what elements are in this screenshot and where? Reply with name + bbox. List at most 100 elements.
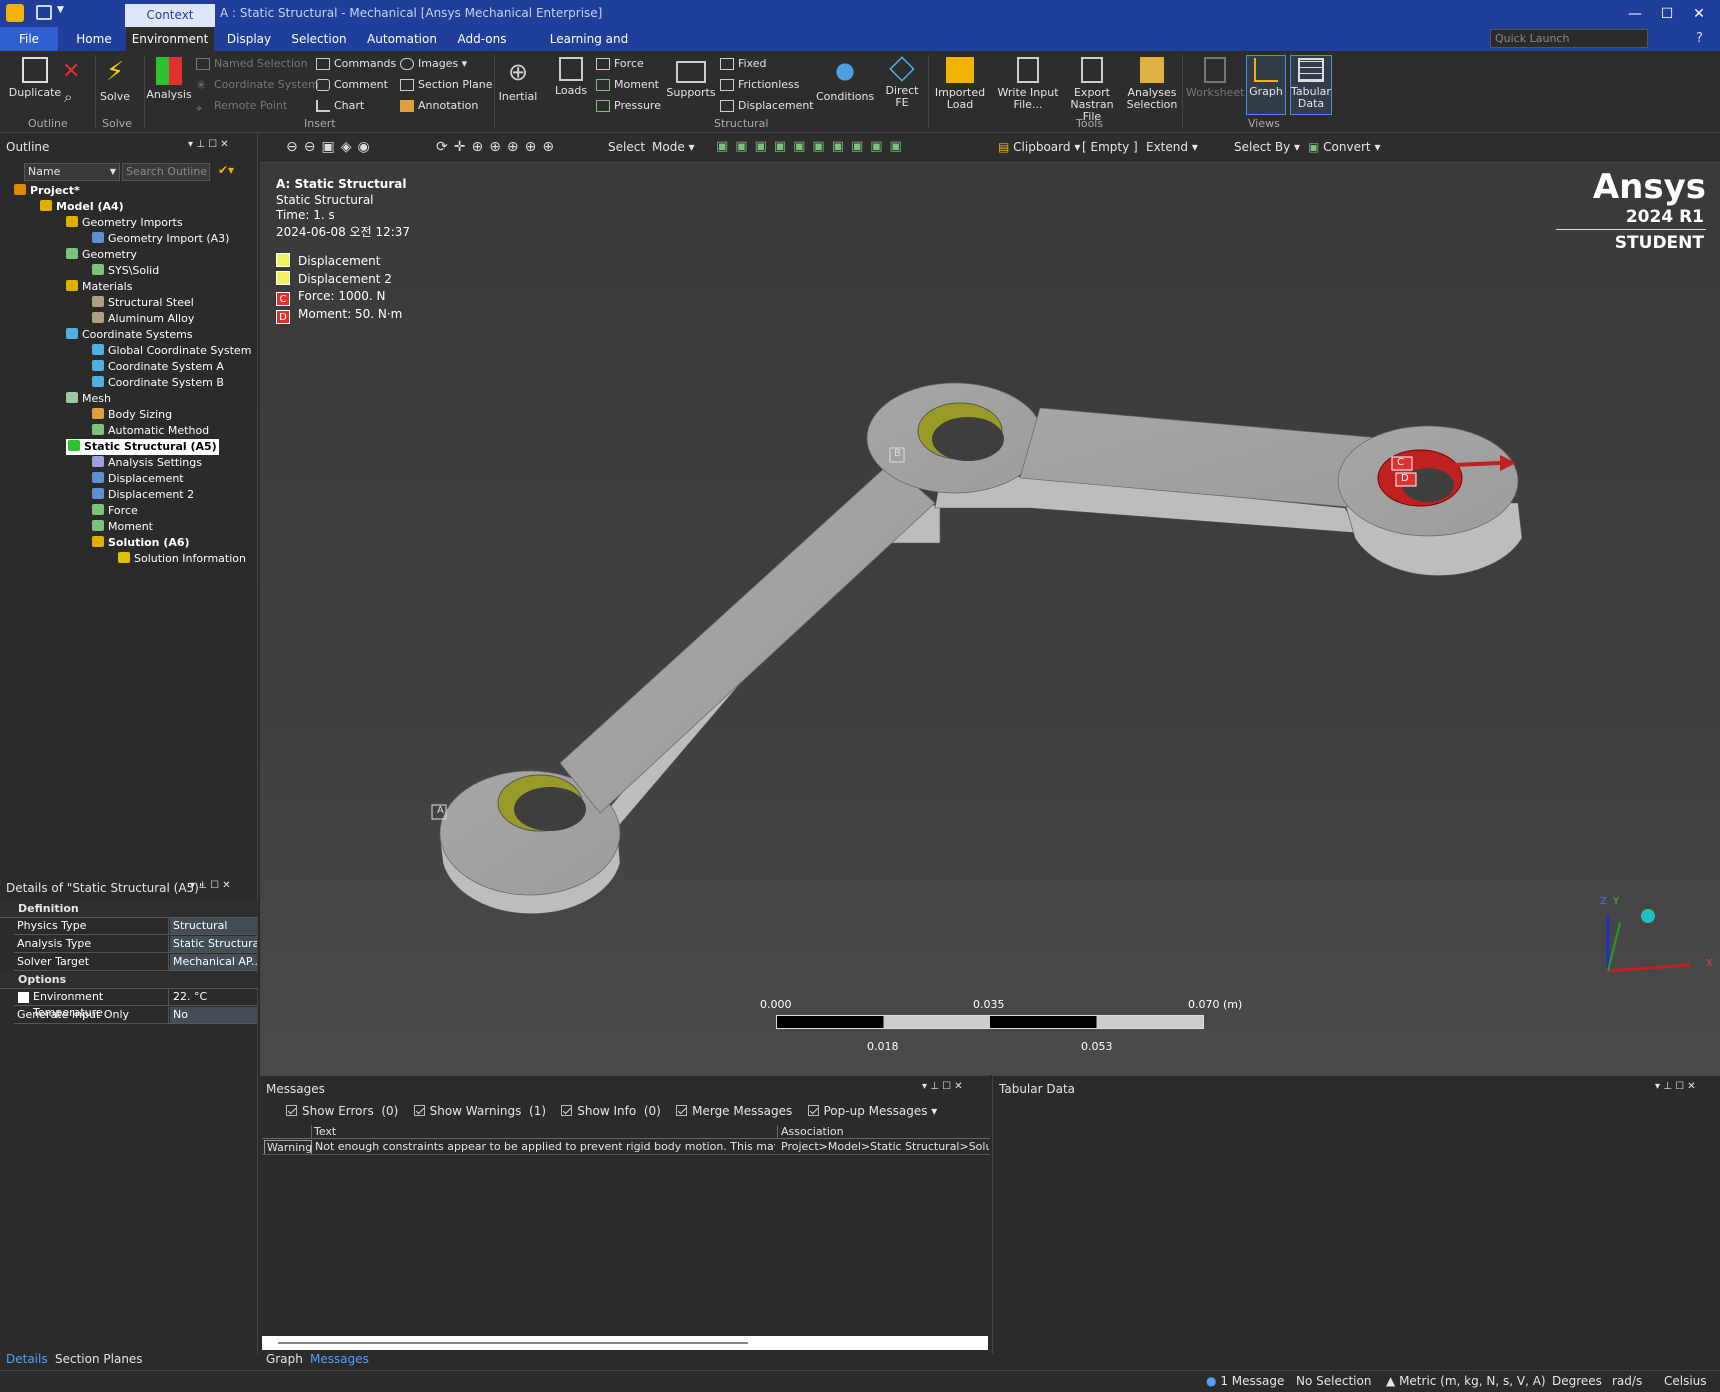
annotation-button[interactable]: Annotation [398,97,478,115]
tree-item[interactable]: Automatic Method [92,423,209,439]
frictionless-button[interactable]: Frictionless [718,76,800,94]
panel-pin-icon[interactable]: ▾ ⊥ ☐ ✕ [188,139,229,150]
message-count[interactable]: ● 1 Message [1206,1374,1284,1388]
named-selection-button[interactable]: Named Selection [194,55,308,73]
coordinate-system-button[interactable]: ✳ Coordinate System [194,76,319,94]
tree-item[interactable]: Analysis Settings [92,455,202,471]
tree-item[interactable]: Coordinate System B [92,375,224,391]
inertial-button[interactable]: ⊕ Inertial [496,57,540,103]
analyses-selection-button[interactable]: Analyses Selection [1124,57,1180,111]
angle-units[interactable]: Degrees [1552,1374,1602,1388]
comment-button[interactable]: Comment [314,76,388,94]
mode-dropdown[interactable]: Mode ▾ [652,140,695,154]
tab-graph[interactable]: Graph [266,1352,303,1366]
moment-button[interactable]: Moment [594,76,659,94]
tab-details[interactable]: Details [6,1352,48,1366]
delete-icon[interactable]: ✕ [62,59,80,84]
solve-button[interactable]: ⚡ Solve [98,57,132,103]
tabular-data-button[interactable]: Tabular Data [1290,55,1332,115]
maximize-icon[interactable]: ☐ [1652,3,1682,25]
temperature-units[interactable]: Celsius [1664,1374,1707,1388]
find-icon[interactable]: ⌕ [64,88,72,106]
tree-item[interactable]: Coordinate System A [92,359,224,375]
save-icon[interactable] [36,5,52,20]
tree-item[interactable]: Body Sizing [92,407,172,423]
analysis-button[interactable]: Analysis [146,57,192,101]
tab-environment[interactable]: Environment [126,27,214,51]
units-dropdown[interactable]: ▲ Metric (m, kg, N, s, V, A) [1386,1374,1546,1388]
merge-messages-checkbox[interactable]: Merge Messages [676,1104,792,1118]
popup-messages-checkbox[interactable]: Pop-up Messages ▾ [807,1104,937,1118]
export-nastran-button[interactable]: Export Nastran File [1060,57,1124,123]
worksheet-button[interactable]: Worksheet [1186,57,1244,99]
convert-dropdown[interactable]: ▣ Convert ▾ [1308,140,1380,154]
search-options-icon[interactable]: ✔▾ [218,163,234,177]
selection-filter-icons[interactable]: ▣▣▣▣▣▣▣▣▣▣ [716,139,909,154]
clipboard-dropdown[interactable]: ▤ Clipboard ▾ [998,140,1080,154]
tree-item[interactable]: Moment [92,519,153,535]
tab-selection[interactable]: Selection [288,27,350,51]
tree-item[interactable]: Geometry [66,247,137,263]
tab-addons[interactable]: Add-ons [454,27,510,51]
direct-fe-button[interactable]: Direct FE [878,56,926,109]
imported-load-button[interactable]: Imported Load [932,57,988,111]
details-row[interactable]: Physics Type Structural [14,918,257,935]
loads-button[interactable]: Loads [548,57,594,97]
outline-search-input[interactable]: Search Outline [122,163,210,181]
tab-display[interactable]: Display [222,27,276,51]
tab-home[interactable]: Home [66,27,122,51]
details-row[interactable]: Solver Target Mechanical AP... [14,954,257,971]
col-text[interactable]: Text [314,1125,336,1138]
extend-dropdown[interactable]: Extend ▾ [1146,140,1198,154]
tree-item[interactable]: Geometry Imports [66,215,183,231]
zoom-icons[interactable]: ⊖⊖▣◈◉ [286,139,376,155]
col-association[interactable]: Association [781,1125,844,1138]
force-button[interactable]: Force [594,55,644,73]
panel-pin-icon[interactable]: ▾ ⊥ ☐ ✕ [190,880,231,891]
tab-file[interactable]: File [0,27,58,51]
section-plane-button[interactable]: Section Plane [398,76,493,94]
checkbox[interactable] [18,992,29,1003]
select-label[interactable]: Select [608,140,645,154]
tab-section-planes[interactable]: Section Planes [55,1352,143,1366]
tree-item[interactable]: Aluminum Alloy [92,311,194,327]
rotate-icons[interactable]: ⟳✛⊕⊕⊕⊕⊕ [436,139,560,155]
write-input-button[interactable]: Write Input File... [996,57,1060,111]
panel-pin-icon[interactable]: ▾ ⊥ ☐ ✕ [1655,1081,1696,1092]
tree-item[interactable]: Materials [66,279,132,295]
conditions-button[interactable]: Conditions [816,57,874,103]
graphics-viewport[interactable]: A: Static Structural Static Structural T… [260,163,1720,1075]
context-tab[interactable]: Context [125,4,215,27]
close-icon[interactable]: ✕ [1684,3,1714,25]
app-icon[interactable] [6,4,24,22]
details-row[interactable]: Analysis Type Static Structural [14,936,257,953]
help-icon[interactable]: ? [1696,31,1703,46]
tree-item[interactable]: Coordinate Systems [66,327,193,343]
tree-item[interactable]: Project* [14,183,80,199]
tree-item[interactable]: Structural Steel [92,295,194,311]
images-button[interactable]: Images ▾ [398,55,467,73]
tree-item[interactable]: Displacement 2 [92,487,194,503]
tab-learning[interactable]: Learning and Support [528,27,650,70]
duplicate-button[interactable]: Duplicate [8,57,62,99]
show-errors-checkbox[interactable]: Show Errors (0) [286,1104,398,1118]
minimize-icon[interactable]: — [1620,3,1650,25]
tree-item[interactable]: Force [92,503,138,519]
details-row[interactable]: Generate Input Only No [14,1007,257,1024]
commands-button[interactable]: Commands [314,55,396,73]
tab-messages[interactable]: Messages [310,1352,369,1366]
displacement-button[interactable]: Displacement [718,97,814,115]
pressure-button[interactable]: Pressure [594,97,661,115]
horizontal-scrollbar[interactable] [262,1336,988,1350]
panel-pin-icon[interactable]: ▾ ⊥ ☐ ✕ [922,1081,963,1092]
tree-item[interactable]: Displacement [92,471,184,487]
details-row[interactable]: Environment Temperature 22. °C [14,989,257,1019]
tree-item[interactable]: Model (A4) [40,199,124,215]
quick-launch-input[interactable]: Quick Launch [1490,29,1648,48]
fixed-button[interactable]: Fixed [718,55,767,73]
tree-item[interactable]: Geometry Import (A3) [92,231,229,247]
tree-item[interactable]: Solution Information [118,551,246,567]
tree-item[interactable]: Mesh [66,391,111,407]
show-info-checkbox[interactable]: Show Info (0) [561,1104,661,1118]
axis-triad[interactable] [1580,893,1710,1003]
